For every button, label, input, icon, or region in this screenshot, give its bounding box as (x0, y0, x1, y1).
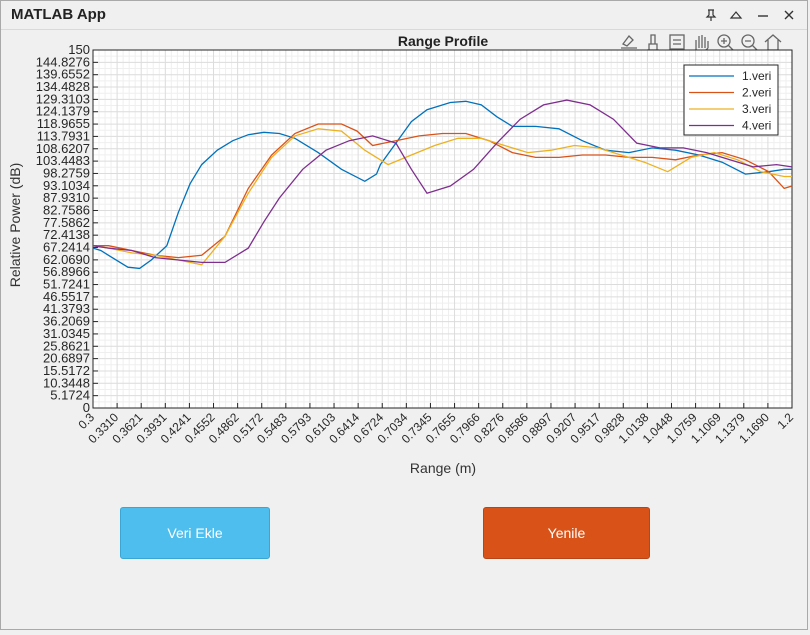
home-icon[interactable] (764, 34, 782, 51)
collapse-icon[interactable] (726, 5, 746, 25)
legend-label: 3.veri (742, 102, 771, 116)
pin-icon[interactable] (701, 5, 721, 25)
axes-toolbar (621, 34, 782, 52)
x-tick-label: 1.2 (774, 410, 796, 432)
app-window: MATLAB App Range Profile 0.3 0.3310 0.36… (0, 0, 808, 630)
title-bar: MATLAB App (1, 1, 807, 30)
y-axis-label: Relative Power (dB) (7, 163, 23, 288)
y-tick-label: 150 (68, 42, 90, 57)
close-icon[interactable] (779, 5, 799, 25)
refresh-button[interactable]: Yenile (483, 507, 650, 559)
export-icon[interactable] (621, 35, 637, 49)
legend-label: 1.veri (742, 69, 771, 83)
data-tips-icon[interactable] (669, 34, 685, 50)
add-data-button[interactable]: Veri Ekle (120, 507, 270, 559)
zoom-in-icon[interactable] (717, 34, 734, 51)
legend-label: 2.veri (742, 86, 771, 100)
pan-icon[interactable] (695, 35, 709, 52)
legend-label: 4.veri (742, 119, 771, 133)
window-title: MATLAB App (11, 6, 106, 23)
chart-title: Range Profile (398, 33, 488, 49)
x-axis-label: Range (m) (410, 460, 476, 476)
brush-icon[interactable] (647, 34, 659, 51)
zoom-out-icon[interactable] (741, 34, 758, 51)
minimize-icon[interactable] (753, 5, 773, 25)
